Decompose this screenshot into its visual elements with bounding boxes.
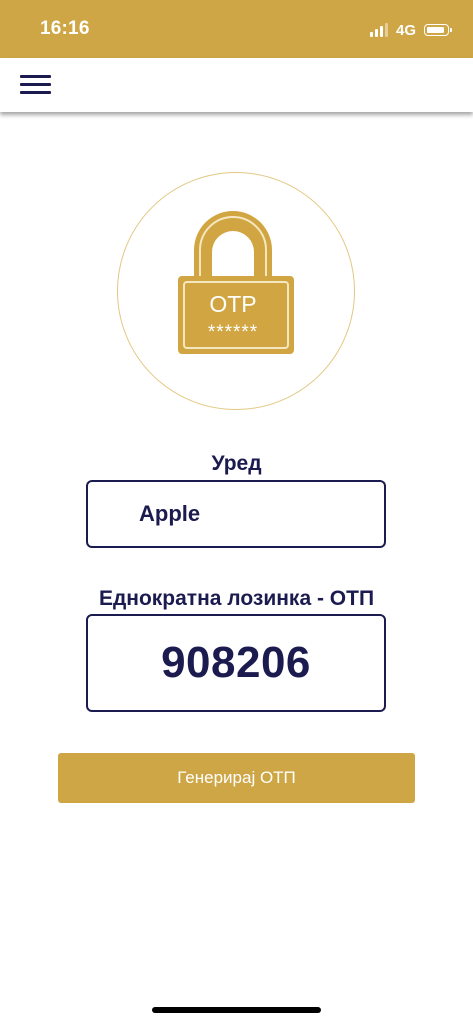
otp-padlock-icon: OTP ******	[178, 211, 294, 354]
otp-field: 908206	[86, 614, 386, 712]
app-bar	[0, 58, 473, 112]
lock-mask-text: ******	[208, 322, 258, 343]
status-time: 16:16	[40, 18, 90, 39]
cellular-signal-icon	[369, 23, 388, 37]
otp-screen: 16:16 4G OTP ****** Уред Apple Еднократн…	[0, 0, 473, 1024]
status-bar: 16:16 4G	[0, 0, 473, 58]
status-indicators: 4G	[369, 20, 452, 40]
otp-label: Еднократна лозинка - ОТП	[98, 587, 375, 610]
hamburger-menu-icon[interactable]	[20, 74, 52, 96]
generate-otp-button[interactable]: Генерирај ОТП	[58, 753, 415, 803]
battery-icon	[424, 24, 452, 36]
device-value: Apple	[139, 501, 201, 526]
otp-value: 908206	[161, 638, 311, 687]
lock-otp-text: OTP	[209, 291, 256, 317]
network-type: 4G	[395, 21, 416, 39]
device-label: Уред	[211, 452, 262, 475]
home-indicator[interactable]	[152, 1007, 321, 1013]
device-field[interactable]: Apple	[86, 480, 386, 548]
